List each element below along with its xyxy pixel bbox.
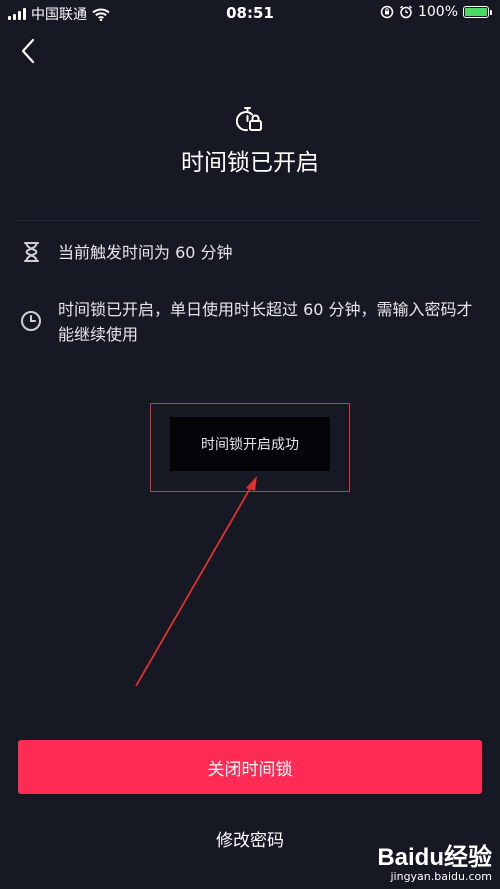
- trigger-time-row: 当前触发时间为 60 分钟: [18, 240, 482, 265]
- time-lock-icon: [236, 107, 262, 132]
- chevron-left-icon: [21, 38, 35, 64]
- divider: [18, 220, 482, 221]
- battery-percent: 100%: [417, 4, 458, 20]
- watermark-logo: Baidu经验: [377, 837, 492, 872]
- description-row: 时间锁已开启，单日使用时长超过 60 分钟，需输入密码才能继续使用: [18, 297, 482, 347]
- annotation-box: [150, 403, 350, 492]
- hourglass-icon: [24, 242, 39, 262]
- orientation-lock-icon: [380, 5, 394, 19]
- alarm-icon: [399, 5, 412, 19]
- description-text: 时间锁已开启，单日使用时长超过 60 分钟，需输入密码才能继续使用: [58, 300, 473, 344]
- close-time-lock-button[interactable]: 关闭时间锁: [18, 740, 482, 794]
- baidu-watermark: Baidu经验 jingyan.baidu.com: [377, 837, 492, 883]
- clock-icon: [21, 311, 41, 331]
- battery-fill: [465, 8, 487, 16]
- watermark-url: jingyan.baidu.com: [390, 870, 492, 883]
- page-title: 时间锁已开启: [181, 150, 319, 176]
- trigger-time-text: 当前触发时间为 60 分钟: [58, 243, 233, 262]
- status-bar: 中国联通 08:51 100%: [0, 0, 500, 26]
- watermark-brand-suffix: 经验: [444, 844, 492, 871]
- battery-cap: [490, 9, 492, 15]
- watermark-brand: Baidu: [377, 844, 444, 871]
- battery-icon: [463, 6, 489, 18]
- back-button[interactable]: [14, 36, 44, 66]
- status-right: 100%: [380, 4, 492, 20]
